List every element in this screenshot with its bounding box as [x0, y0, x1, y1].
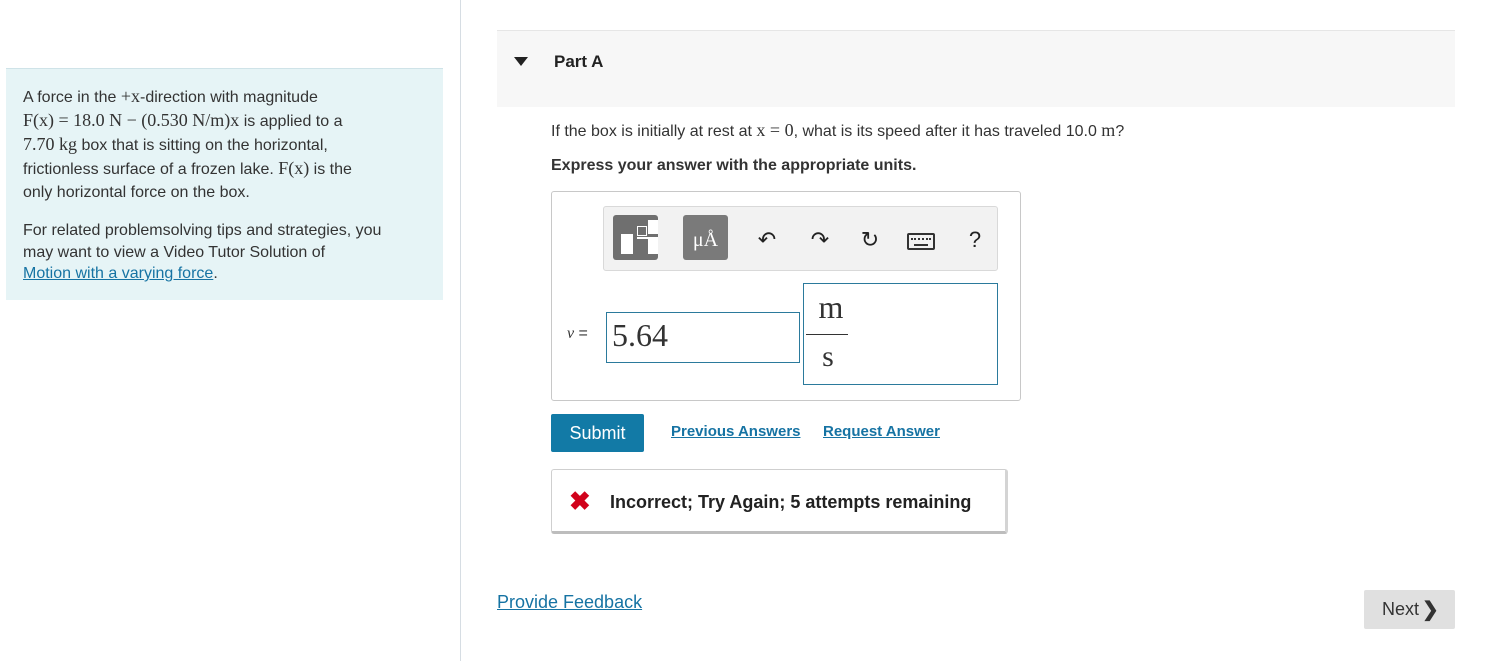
video-tutor-link[interactable]: Motion with a varying force	[23, 265, 213, 282]
problem-paragraph-1: A force in the +x-direction with magnitu…	[23, 85, 426, 204]
incorrect-x-icon: ✖	[569, 486, 591, 516]
math-position: x = 0	[756, 120, 794, 140]
problem-paragraph-2: For related problemsolving tips and stra…	[23, 220, 426, 285]
question-part: ?	[1115, 123, 1125, 140]
unit-fraction: m s	[806, 284, 852, 384]
problem-text: frictionless surface of a frozen lake.	[23, 161, 279, 178]
collapse-caret-icon[interactable]	[514, 57, 528, 66]
next-label: Next	[1382, 599, 1420, 619]
help-icon[interactable]: ?	[962, 227, 988, 253]
problem-text: only horizontal force on the box.	[23, 184, 250, 201]
tips-text: may want to view a Video Tutor Solution …	[23, 243, 326, 261]
unit-numerator: m	[818, 289, 844, 325]
redo-icon[interactable]: ↷	[807, 227, 833, 253]
math-direction: +x	[120, 86, 140, 106]
chevron-right-icon: ❯	[1422, 599, 1439, 621]
tips-text: For related problemsolving tips and stra…	[23, 222, 382, 239]
math-force-equation: F(x) = 18.0 N − (0.530 N/m)x	[23, 110, 240, 130]
fraction-bar	[806, 334, 848, 335]
tips-text: .	[213, 265, 218, 282]
instruction-text: Express your answer with the appropriate…	[551, 157, 917, 174]
unit-input[interactable]: m s	[803, 283, 998, 385]
problem-text: -direction with magnitude	[140, 89, 318, 106]
keyboard-icon[interactable]	[907, 233, 935, 250]
answer-box: μÅ ↶ ↷ ↻ ? v = 5.64 m s	[551, 191, 1021, 401]
submit-button[interactable]: Submit	[551, 414, 644, 452]
part-title: Part A	[554, 52, 604, 71]
provide-feedback-link[interactable]: Provide Feedback	[497, 592, 642, 613]
question-part: , what is its speed after it has travele…	[793, 123, 1102, 140]
left-column: A force in the +x-direction with magnitu…	[0, 0, 461, 661]
question-part: If the box is initially at rest at	[551, 123, 757, 140]
problem-statement: A force in the +x-direction with magnitu…	[6, 68, 443, 300]
feedback-message: ✖ Incorrect; Try Again; 5 attempts remai…	[551, 469, 1008, 534]
problem-text: A force in the	[23, 89, 121, 106]
value-input[interactable]: 5.64	[606, 312, 800, 363]
templates-icon[interactable]	[613, 215, 658, 260]
units-glyph: μÅ	[692, 229, 719, 251]
units-icon[interactable]: μÅ	[683, 215, 728, 260]
problem-text: box that is sitting on the horizontal,	[77, 137, 328, 154]
math-toolbar: μÅ ↶ ↷ ↻ ?	[603, 206, 998, 271]
math-mass: 7.70 kg	[23, 134, 77, 154]
math-force: F(x)	[278, 158, 310, 178]
next-button[interactable]: Next ❯	[1364, 590, 1455, 629]
math-unit: m	[1101, 120, 1116, 140]
previous-answers-link[interactable]: Previous Answers	[671, 423, 801, 440]
feedback-text: Incorrect; Try Again; 5 attempts remaini…	[610, 492, 972, 512]
part-header[interactable]: Part A	[497, 30, 1455, 107]
problem-text: is the	[309, 161, 352, 178]
undo-icon[interactable]: ↶	[754, 227, 780, 253]
problem-text: is applied to a	[239, 113, 343, 130]
question-text: If the box is initially at rest at x = 0…	[551, 120, 1124, 141]
variable-label: v =	[567, 325, 588, 343]
unit-denominator: s	[822, 340, 834, 373]
equals-sign: =	[574, 325, 588, 342]
reset-icon[interactable]: ↻	[857, 227, 883, 253]
request-answer-link[interactable]: Request Answer	[823, 423, 940, 440]
